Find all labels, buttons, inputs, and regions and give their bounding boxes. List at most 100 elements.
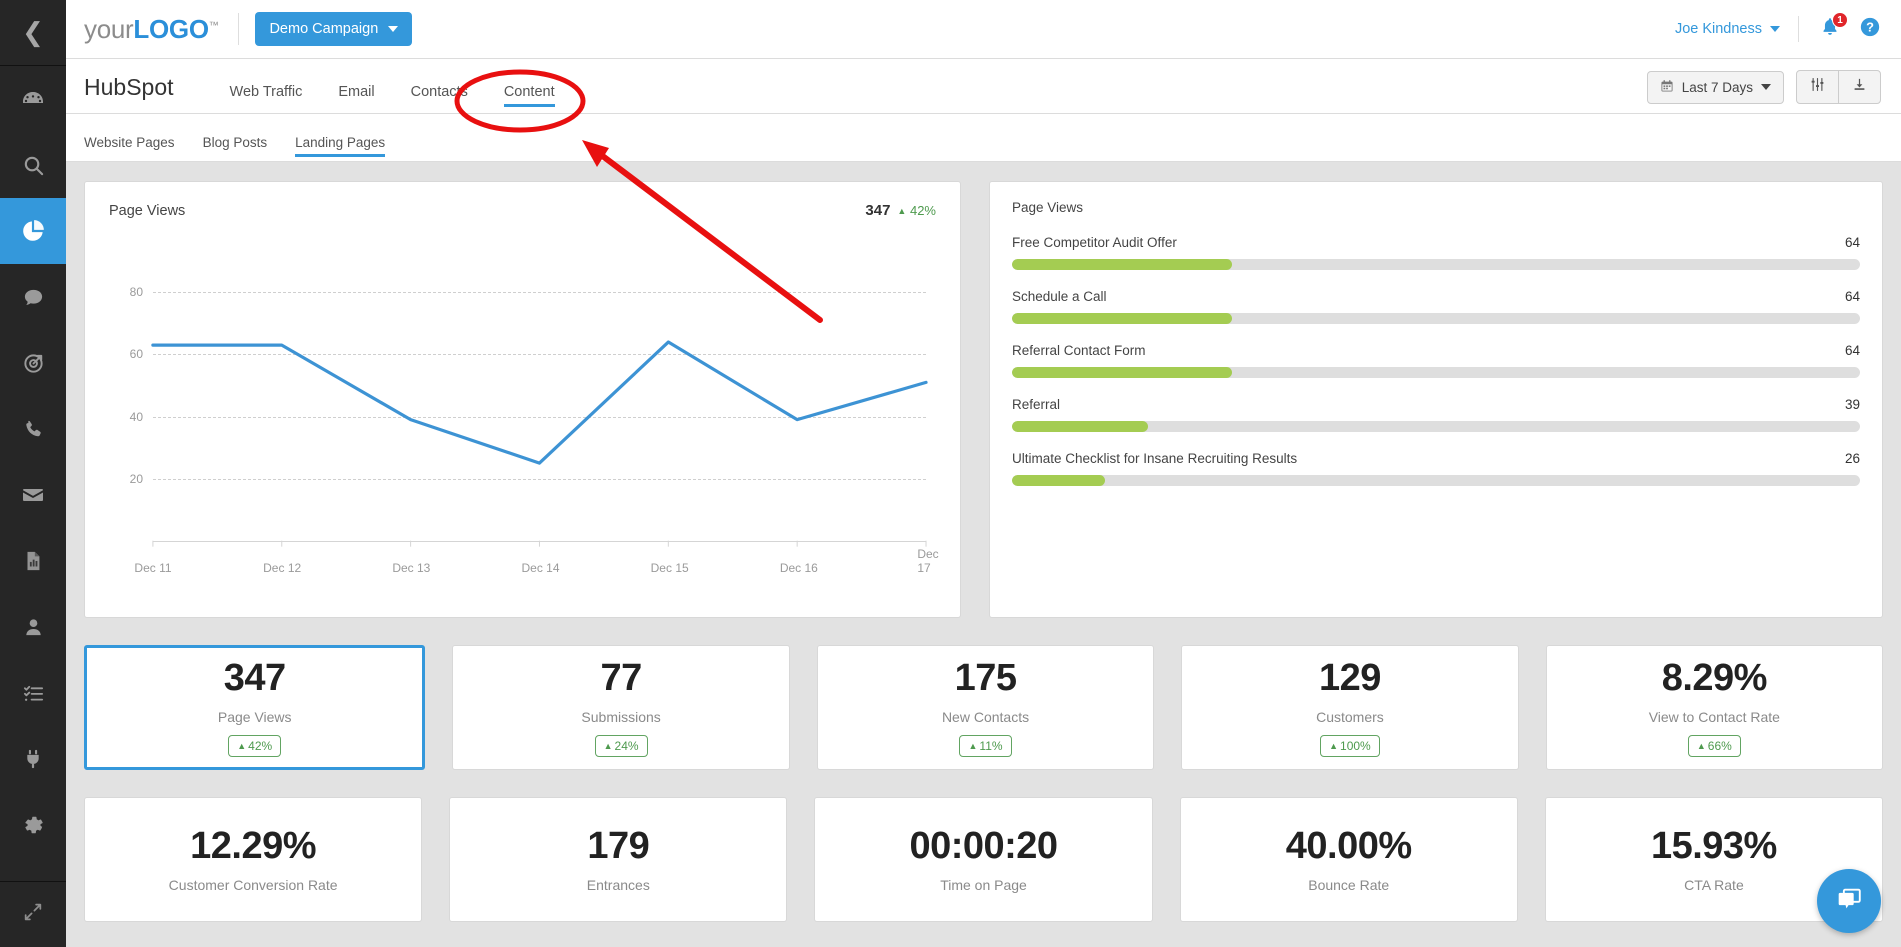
divider	[1798, 16, 1799, 42]
dashboard-content: Page Views 347▲ 42% 20406080Dec 11Dec 12…	[66, 162, 1901, 941]
tab-web-traffic[interactable]: Web Traffic	[212, 84, 321, 113]
kpi-card[interactable]: 12.29%Customer Conversion Rate	[84, 797, 422, 922]
x-axis-tick-label: Dec 13	[392, 561, 430, 575]
top-page-row-header: Referral39	[1012, 397, 1860, 412]
kpi-card[interactable]: 8.29%View to Contact Rate▲66%	[1546, 645, 1883, 770]
kpi-value: 15.93%	[1651, 827, 1777, 865]
date-range-label: Last 7 Days	[1682, 80, 1753, 95]
speech-bubble-icon	[22, 286, 45, 309]
kpi-label: Entrances	[587, 877, 650, 893]
top-page-bar-track	[1012, 475, 1860, 486]
top-pages-card: Page Views Free Competitor Audit Offer64…	[989, 181, 1883, 618]
top-page-row[interactable]: Schedule a Call64	[1012, 289, 1860, 324]
left-sidebar: ❮	[0, 0, 66, 947]
sidebar-item-chat[interactable]	[0, 264, 66, 330]
notification-badge: 1	[1832, 12, 1848, 28]
top-page-value: 26	[1845, 451, 1860, 466]
x-axis-tick-label: Dec 15	[651, 561, 689, 575]
kpi-delta-value: 24%	[615, 739, 639, 753]
sidebar-item-analytics[interactable]	[0, 198, 66, 264]
chevron-down-icon	[1761, 84, 1771, 90]
sidebar-item-email[interactable]	[0, 462, 66, 528]
kpi-card[interactable]: 175New Contacts▲11%	[817, 645, 1154, 770]
kpi-label: Page Views	[218, 709, 292, 725]
subtab-blog-posts[interactable]: Blog Posts	[189, 135, 282, 161]
sliders-icon	[1810, 77, 1825, 97]
campaign-selector-label: Demo Campaign	[269, 21, 378, 37]
top-page-bar-track	[1012, 421, 1860, 432]
sidebar-item-contacts[interactable]	[0, 594, 66, 660]
kpi-value: 175	[955, 659, 1017, 697]
top-page-label: Schedule a Call	[1012, 289, 1107, 304]
page-title: HubSpot	[84, 74, 174, 113]
top-page-row[interactable]: Referral39	[1012, 397, 1860, 432]
kpi-label: Customer Conversion Rate	[169, 877, 338, 893]
pie-chart-icon	[20, 218, 46, 244]
subtab-website-pages[interactable]: Website Pages	[84, 135, 189, 161]
chat-launcher-button[interactable]	[1817, 869, 1881, 933]
top-page-row[interactable]: Ultimate Checklist for Insane Recruiting…	[1012, 451, 1860, 486]
kpi-card[interactable]: 00:00:20Time on Page	[814, 797, 1152, 922]
top-page-bar-fill	[1012, 421, 1148, 432]
line-series	[109, 245, 936, 575]
logo-prefix: your	[84, 14, 133, 44]
question-circle-icon: ?	[1859, 16, 1881, 43]
chevron-down-icon	[388, 26, 398, 32]
kpi-value: 40.00%	[1286, 827, 1412, 865]
user-name-label: Joe Kindness	[1675, 21, 1762, 37]
kpi-card[interactable]: 129Customers▲100%	[1181, 645, 1518, 770]
page-views-chart-card: Page Views 347▲ 42% 20406080Dec 11Dec 12…	[84, 181, 961, 618]
search-icon	[22, 154, 45, 177]
kpi-card[interactable]: 40.00%Bounce Rate	[1180, 797, 1518, 922]
top-page-row[interactable]: Free Competitor Audit Offer64	[1012, 235, 1860, 270]
kpi-card[interactable]: 179 Entrances	[449, 797, 787, 922]
sidebar-item-integrations[interactable]	[0, 726, 66, 792]
logo-trademark: ™	[209, 20, 219, 31]
sidebar-item-target[interactable]	[0, 330, 66, 396]
kpi-card[interactable]: 77Submissions▲24%	[452, 645, 789, 770]
kpi-delta-badge: ▲11%	[959, 735, 1011, 757]
kpi-card[interactable]: 347Page Views▲42%	[84, 645, 425, 770]
tab-email[interactable]: Email	[320, 84, 392, 113]
sidebar-collapse-button[interactable]: ❮	[0, 0, 66, 66]
kpi-value: 00:00:20	[909, 827, 1057, 865]
top-page-value: 39	[1845, 397, 1860, 412]
sidebar-item-search[interactable]	[0, 132, 66, 198]
sidebar-collapse-toggle[interactable]	[0, 881, 66, 947]
top-page-row[interactable]: Referral Contact Form64	[1012, 343, 1860, 378]
tab-contacts[interactable]: Contacts	[393, 84, 486, 113]
kpi-row-primary: 347Page Views▲42%77Submissions▲24%175New…	[84, 645, 1883, 770]
kpi-delta-badge: ▲24%	[595, 735, 648, 757]
tab-content[interactable]: Content	[486, 84, 573, 113]
campaign-selector-button[interactable]: Demo Campaign	[255, 12, 412, 46]
app-logo[interactable]: yourLOGO™	[84, 14, 222, 45]
gauge-icon	[21, 87, 45, 111]
help-button[interactable]: ?	[1859, 16, 1881, 43]
kpi-value: 179	[587, 827, 649, 865]
kpi-label: CTA Rate	[1684, 877, 1744, 893]
x-axis-tick-label: Dec 17	[917, 547, 938, 575]
person-icon	[22, 616, 45, 639]
kpi-label: View to Contact Rate	[1649, 709, 1780, 725]
download-button[interactable]	[1838, 71, 1880, 103]
sidebar-item-tasks[interactable]	[0, 660, 66, 726]
sidebar-item-reports[interactable]	[0, 528, 66, 594]
kpi-delta-badge: ▲100%	[1320, 735, 1380, 757]
filter-settings-button[interactable]	[1797, 71, 1838, 103]
user-menu[interactable]: Joe Kindness	[1675, 21, 1780, 37]
kpi-value: 129	[1319, 659, 1381, 697]
kpi-label: Submissions	[581, 709, 660, 725]
subtab-landing-pages[interactable]: Landing Pages	[281, 135, 399, 161]
notifications-button[interactable]: 1	[1817, 16, 1843, 42]
app-root: ❮	[0, 0, 1901, 947]
sidebar-item-calls[interactable]	[0, 396, 66, 462]
sidebar-item-dashboard[interactable]	[0, 66, 66, 132]
chart-title: Page Views	[109, 203, 185, 219]
x-axis-tick-label: Dec 12	[263, 561, 301, 575]
calendar-icon	[1660, 79, 1674, 96]
sidebar-item-settings[interactable]	[0, 792, 66, 858]
x-axis-tick-label: Dec 14	[521, 561, 559, 575]
secondary-nav: Website Pages Blog Posts Landing Pages	[66, 114, 1901, 162]
chat-bubbles-icon	[1834, 884, 1864, 919]
date-range-button[interactable]: Last 7 Days	[1647, 71, 1784, 104]
